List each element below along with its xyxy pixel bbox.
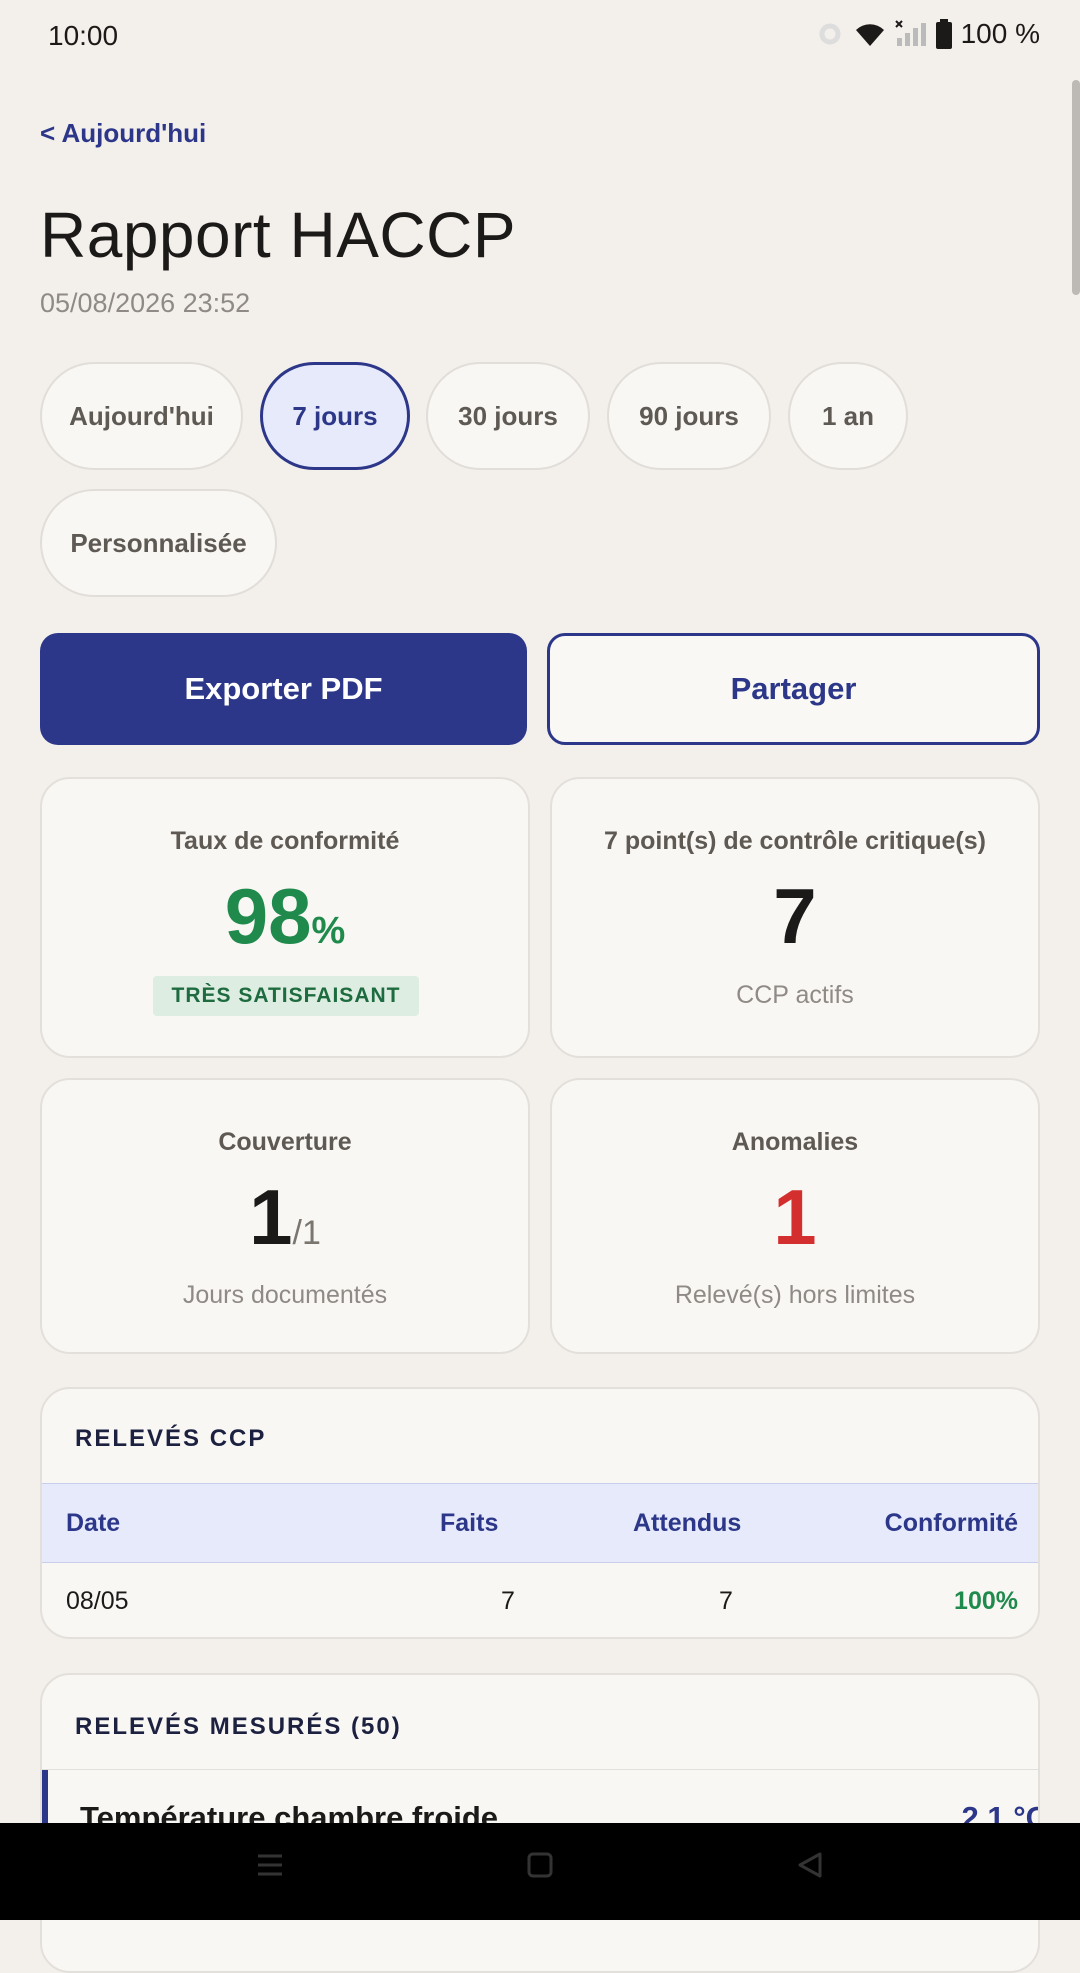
page-title: Rapport HACCP (40, 199, 516, 271)
signal-icon (894, 20, 926, 46)
ccp-sub: CCP actifs (736, 981, 854, 1009)
status-bar: 10:00 100 % (0, 0, 1080, 76)
home-icon[interactable] (526, 1851, 554, 1879)
filter-chip-today[interactable]: Aujourd'hui (40, 362, 243, 470)
coverage-label: Couverture (218, 1128, 352, 1156)
ccp-card: 7 point(s) de contrôle critique(s) 7 CCP… (550, 777, 1040, 1058)
table-row[interactable]: 08/05 7 7 100% (42, 1561, 1038, 1637)
report-date: 05/08/2026 23:52 (40, 288, 251, 318)
ccp-table-header: Date Faits Attendus Conformité (42, 1483, 1038, 1563)
status-icons: 100 % (815, 18, 1040, 50)
back-link[interactable]: < Aujourd'hui (40, 118, 206, 149)
cell-expected: 7 (719, 1587, 733, 1615)
filter-chip-30-days[interactable]: 30 jours (426, 362, 590, 470)
coverage-value: 1 (249, 1173, 293, 1261)
filter-chip-custom[interactable]: Personnalisée (40, 489, 277, 597)
coverage-sub: Jours documentés (182, 1281, 388, 1309)
status-time: 10:00 (48, 20, 119, 51)
anomalies-label: Anomalies (731, 1128, 859, 1156)
ccp-label: 7 point(s) de contrôle critique(s) (604, 827, 986, 855)
compliance-value-wrap: 98% (42, 871, 528, 962)
anomalies-card: Anomalies 1 Relevé(s) hors limites (550, 1078, 1040, 1354)
coverage-card: Couverture 1/1 Jours documentés (40, 1078, 530, 1354)
export-pdf-button[interactable]: Exporter PDF (40, 633, 527, 745)
battery-icon (935, 19, 952, 49)
measures-title: RELEVÉS MESURÉS (50) (75, 1713, 402, 1740)
filter-chip-1-year[interactable]: 1 an (788, 362, 908, 470)
compliance-value: 98 (224, 872, 312, 960)
anomalies-sub: Relevé(s) hors limites (674, 1281, 916, 1309)
cell-compliance: 100% (954, 1587, 1018, 1615)
cell-date: 08/05 (66, 1587, 129, 1615)
col-done: Faits (440, 1509, 499, 1537)
coverage-value-wrap: 1/1 (42, 1172, 528, 1263)
compliance-unit: % (311, 910, 346, 952)
ccp-value: 7 (773, 872, 817, 960)
ccp-table-card: RELEVÉS CCP Date Faits Attendus Conformi… (40, 1387, 1040, 1639)
back-icon[interactable] (796, 1851, 824, 1879)
compliance-label: Taux de conformité (170, 827, 400, 855)
anomalies-value: 1 (773, 1173, 817, 1261)
coverage-total: /1 (292, 1214, 321, 1252)
navigation-bar (0, 1823, 1080, 1920)
col-compliance: Conformité (884, 1509, 1018, 1537)
col-date: Date (66, 1509, 121, 1537)
battery-text: 100 % (960, 18, 1040, 49)
col-expected: Attendus (633, 1509, 742, 1537)
menu-icon[interactable] (256, 1851, 284, 1879)
ccp-table-title: RELEVÉS CCP (75, 1425, 267, 1452)
filter-chip-90-days[interactable]: 90 jours (607, 362, 771, 470)
filter-chip-7-days[interactable]: 7 jours (260, 362, 410, 470)
scrollbar-thumb[interactable] (1072, 80, 1080, 295)
wifi-icon (855, 24, 884, 46)
compliance-status-badge: TRÈS SATISFAISANT (153, 976, 419, 1016)
cell-done: 7 (501, 1587, 515, 1615)
data-saver-icon (819, 23, 841, 45)
compliance-card: Taux de conformité 98% TRÈS SATISFAISANT (40, 777, 530, 1058)
share-button[interactable]: Partager (547, 633, 1040, 745)
